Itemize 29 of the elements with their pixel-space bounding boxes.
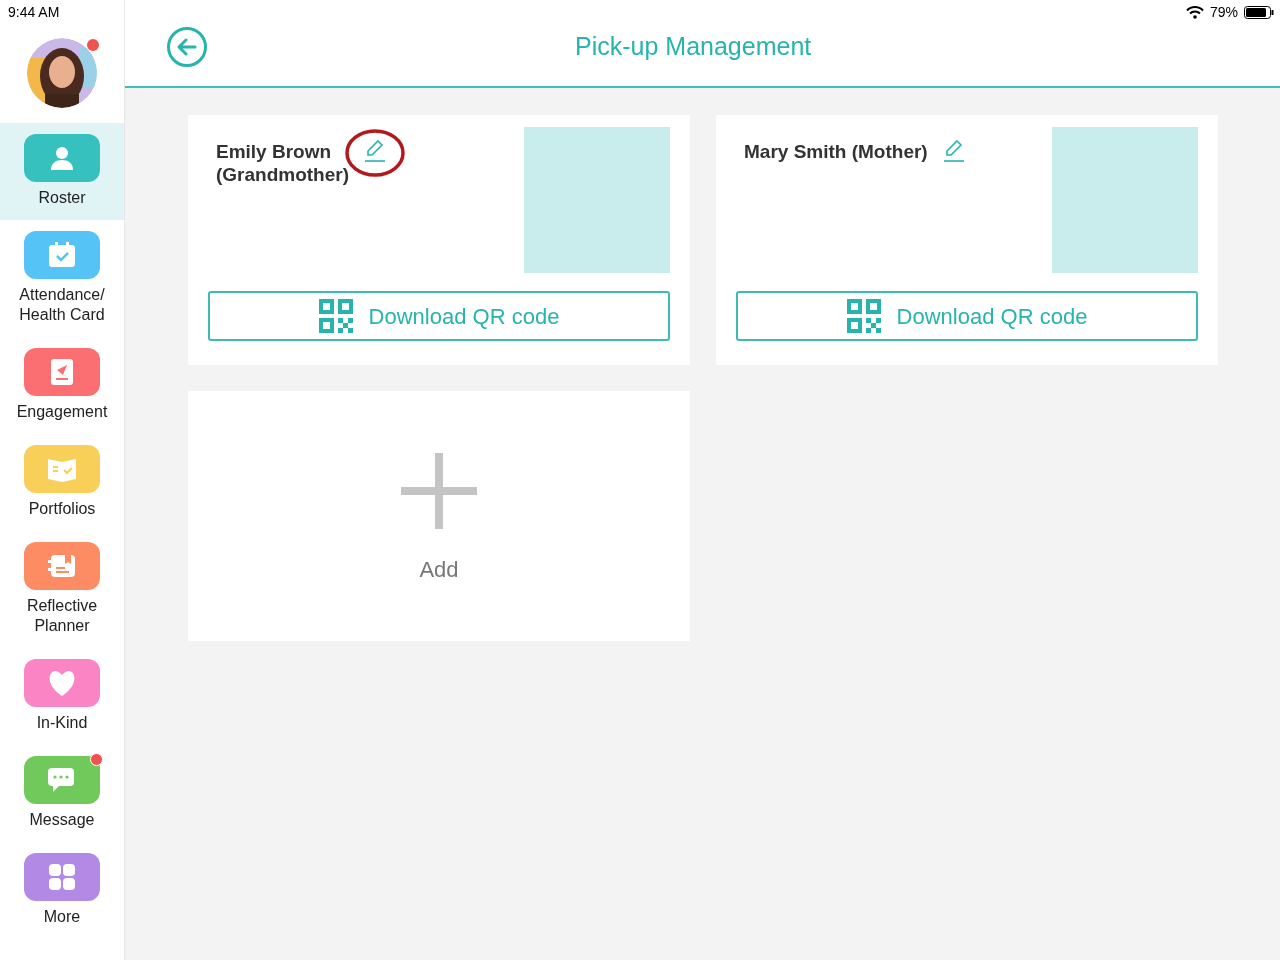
grid-icon (48, 863, 76, 891)
pencil-icon[interactable] (941, 138, 966, 162)
calendar-icon (47, 241, 77, 269)
qr-code-icon (318, 299, 353, 333)
sidebar-item[interactable]: Engagement (0, 337, 124, 434)
battery-icon (1244, 5, 1274, 19)
qr-code-icon (846, 299, 881, 333)
sidebar-item[interactable]: Reflective Planner (0, 531, 124, 648)
status-time: 9:44 AM (8, 2, 60, 22)
book-icon (46, 456, 78, 482)
sidebar-item[interactable]: Attendance/ Health Card (0, 220, 124, 337)
back-button[interactable] (167, 27, 207, 67)
sidebar-item[interactable]: Portfolios (0, 434, 124, 531)
person-name: Mary Smith (Mother) (744, 140, 928, 163)
person-icon (48, 144, 76, 172)
planner-icon (47, 552, 77, 580)
pencil-icon[interactable] (363, 138, 387, 162)
sidebar-item[interactable]: Roster (0, 123, 124, 220)
battery-percent: 79% (1209, 2, 1238, 22)
document-icon (49, 358, 75, 386)
wifi-icon (1185, 5, 1204, 19)
sidebar-item[interactable]: More (0, 842, 124, 939)
back-arrow-icon (177, 38, 197, 56)
sidebar-item[interactable]: In-Kind (0, 648, 124, 745)
sidebar-item[interactable]: Message (0, 745, 124, 842)
add-card[interactable]: Add (188, 391, 690, 641)
person-name: Emily Brown (Grandmother) (216, 140, 349, 186)
plus-icon (401, 453, 477, 529)
page-title: Pick-up Management (575, 31, 812, 63)
